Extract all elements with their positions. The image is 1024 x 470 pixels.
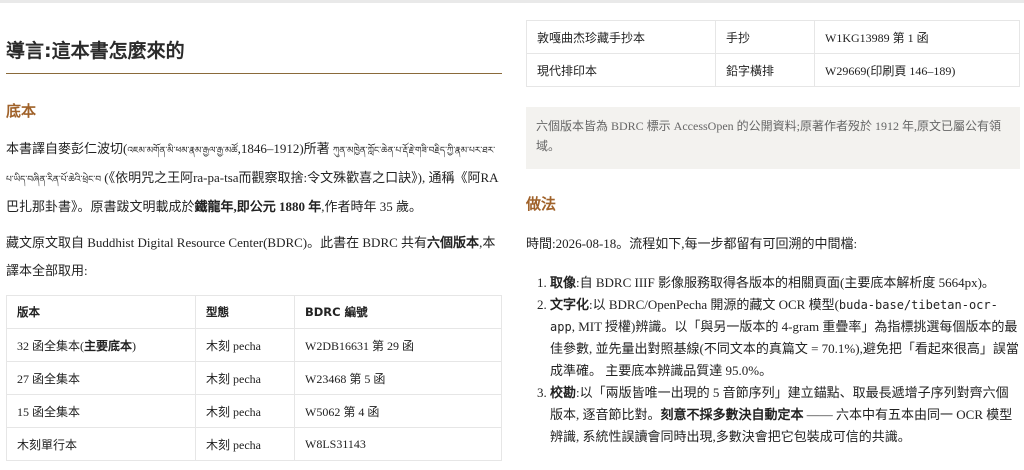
cell-edition: 敦嘎曲杰珍藏手抄本 (526, 20, 716, 54)
time-line: 時間:2026-08-18。流程如下,每一步都留有可回溯的中間檔: (526, 236, 858, 251)
public-domain-note: 六個版本皆為 BDRC 標示 AccessOpen 的公開資料;原著作者歿於 1… (526, 107, 1020, 169)
step-text: , MIT 授權)辨識。以「與另一版本的 4-gram 重疊率」為指標挑選每個版… (550, 319, 1019, 378)
cell-form: 木刻 pecha (195, 394, 295, 428)
col-header-edition: 版本 (6, 295, 196, 329)
intro-paragraph: 本書譯自麥彭仁波切(འཇམ་མགོན་མི་ཕམ་རྣམ་རྒྱལ་རྒྱ་མཚ… (6, 135, 502, 221)
p1-text-b: ,1846–1912)所著 (237, 141, 330, 156)
cell-edition: 27 函全集本 (6, 361, 196, 395)
page-title: 導言:這本書怎麼來的 (6, 8, 502, 74)
step-text: :自 BDRC IIIF 影像服務取得各版本的相關頁面(主要底本解析度 5664… (576, 275, 995, 290)
cell-form: 木刻 pecha (195, 328, 295, 362)
cell-edition: 木刻單行本 (6, 427, 196, 461)
cell-form: 手抄 (715, 20, 815, 54)
cell-form: 木刻 pecha (195, 427, 295, 461)
p1-text-a: 本書譯自麥彭仁波切( (6, 141, 128, 156)
table-row: 32 函全集本(主要底本) 木刻 pecha W2DB16631 第 29 函 (6, 328, 502, 362)
list-item: 文字化:以 BDRC/OpenPecha 開源的藏文 OCR 模型(buda-b… (550, 294, 1020, 382)
right-column: 敦嘎曲杰珍藏手抄本 手抄 W1KG13989 第 1 函 現代排印本 鉛字橫排 … (526, 20, 1020, 448)
cell-form: 木刻 pecha (195, 361, 295, 395)
p2-bold: 六個版本 (427, 235, 480, 250)
list-item: 校勘:以「兩版皆唯一出現的 5 音節序列」建立錨點、取最長遞增子序列對齊六個版本… (550, 382, 1020, 448)
table-row: 27 函全集本 木刻 pecha W23468 第 5 函 (6, 361, 502, 395)
cell-edition: 32 函全集本(主要底本) (6, 328, 196, 362)
top-rule (0, 0, 1024, 3)
tibetan-author-name: འཇམ་མགོན་མི་ཕམ་རྣམ་རྒྱལ་རྒྱ་མཚོ (127, 145, 238, 155)
table-header-row: 版本 型態 BDRC 編號 (6, 295, 502, 329)
cell-edition: 15 函全集本 (6, 394, 196, 428)
cell-edition: 現代排印本 (526, 53, 716, 87)
step-bold: 刻意不採多數決自動定本 (660, 407, 804, 422)
cell-form: 鉛字橫排 (715, 53, 815, 87)
cell-bdrc-id: W23468 第 5 函 (294, 361, 502, 395)
p1-bold-date: 鐵龍年,即公元 1880 年 (194, 199, 322, 214)
left-column: 導言:這本書怎麼來的 底本 本書譯自麥彭仁波切(འཇམ་མགོན་མི་ཕམ་ར… (6, 8, 502, 461)
list-item: 取像:自 BDRC IIIF 影像服務取得各版本的相關頁面(主要底本解析度 56… (550, 272, 1020, 294)
step-label: 文字化 (550, 297, 590, 312)
table-row: 現代排印本 鉛字橫排 W29669(印刷頁 146–189) (526, 53, 1020, 87)
step-label: 校勘 (550, 385, 577, 400)
col-header-bdrc-id: BDRC 編號 (294, 295, 502, 329)
cell-bdrc-id: W2DB16631 第 29 函 (294, 328, 502, 362)
source-paragraph: 藏文原文取自 Buddhist Digital Resource Center(… (6, 229, 502, 285)
editions-table: 版本 型態 BDRC 編號 32 函全集本(主要底本) 木刻 pecha W2D… (6, 295, 502, 461)
p1-text-d: ,作者時年 35 歲。 (321, 199, 423, 214)
section-heading-source: 底本 (6, 102, 37, 120)
cell-bdrc-id: W1KG13989 第 1 函 (814, 20, 1020, 54)
table-row: 15 函全集本 木刻 pecha W5062 第 4 函 (6, 394, 502, 428)
cell-bdrc-id: W5062 第 4 函 (294, 394, 502, 428)
table-row: 敦嘎曲杰珍藏手抄本 手抄 W1KG13989 第 1 函 (526, 20, 1020, 54)
table-row: 木刻單行本 木刻 pecha W8LS31143 (6, 427, 502, 461)
process-steps: 取像:自 BDRC IIIF 影像服務取得各版本的相關頁面(主要底本解析度 56… (526, 272, 1020, 448)
step-text: :以 BDRC/OpenPecha 開源的藏文 OCR 模型( (589, 297, 839, 312)
col-header-form: 型態 (195, 295, 295, 329)
step-label: 取像 (550, 275, 577, 290)
section-heading-method: 做法 (526, 195, 557, 213)
p2-text-a: 藏文原文取自 Buddhist Digital Resource Center(… (6, 235, 428, 250)
cell-bdrc-id: W29669(印刷頁 146–189) (814, 53, 1020, 87)
cell-bdrc-id: W8LS31143 (294, 427, 502, 461)
editions-table-continued: 敦嘎曲杰珍藏手抄本 手抄 W1KG13989 第 1 函 現代排印本 鉛字橫排 … (526, 20, 1020, 87)
